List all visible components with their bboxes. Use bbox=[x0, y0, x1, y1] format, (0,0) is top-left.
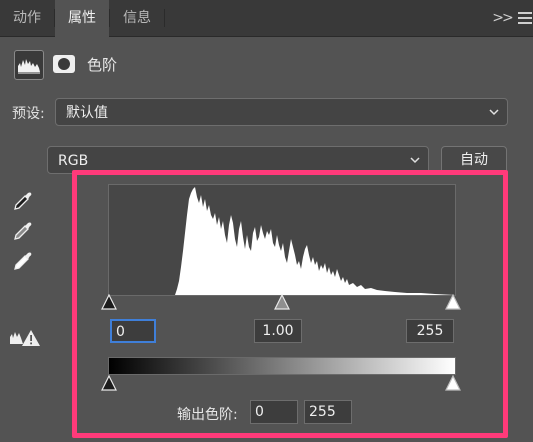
panel-title: 色阶 bbox=[87, 56, 118, 74]
chevron-down-icon bbox=[410, 157, 420, 164]
gray-eyedropper-icon[interactable] bbox=[12, 220, 34, 242]
white-eyedropper-icon[interactable] bbox=[12, 250, 34, 272]
preset-select[interactable]: 默认值 bbox=[55, 98, 508, 126]
clipping-warning-icon[interactable] bbox=[9, 328, 41, 348]
histogram-icon[interactable] bbox=[14, 50, 44, 80]
panel-menu-icon[interactable] bbox=[518, 12, 532, 24]
black-eyedropper-icon[interactable] bbox=[12, 190, 34, 212]
tab-info[interactable]: 信息 bbox=[110, 0, 164, 36]
chevron-down-icon bbox=[489, 109, 499, 116]
preset-label: 预设: bbox=[12, 106, 45, 122]
tab-divider bbox=[164, 9, 165, 27]
preset-value: 默认值 bbox=[66, 105, 108, 121]
collapse-icon[interactable]: >> bbox=[491, 0, 513, 36]
tab-properties[interactable]: 属性 bbox=[55, 0, 109, 37]
highlight-box bbox=[72, 170, 508, 438]
tab-actions[interactable]: 动作 bbox=[0, 0, 54, 36]
mask-icon[interactable] bbox=[52, 52, 76, 76]
